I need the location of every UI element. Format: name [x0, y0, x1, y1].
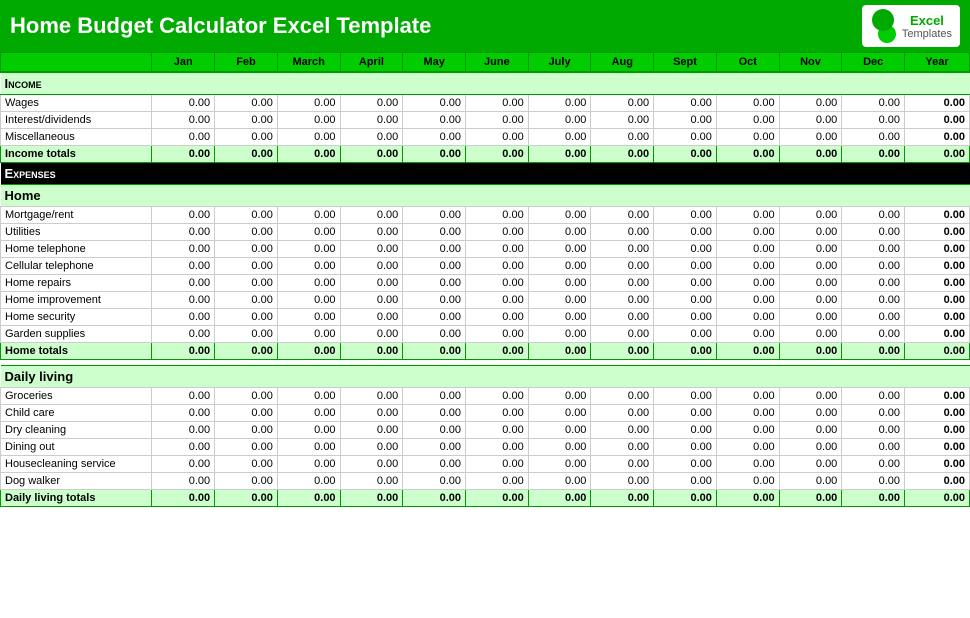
- misc-label: Miscellaneous: [1, 129, 152, 146]
- table-row: Groceries 0.000.00 0.000.00 0.000.00 0.0…: [1, 388, 970, 405]
- bottom-spacer: [1, 507, 970, 513]
- spreadsheet: Jan Feb March April May June July Aug Se…: [0, 52, 970, 513]
- expenses-section-header: Expenses: [1, 163, 970, 185]
- table-row: Child care 0.000.00 0.000.00 0.000.00 0.…: [1, 405, 970, 422]
- income-totals-row: Income totals 0.00 0.00 0.00 0.00 0.00 0…: [1, 146, 970, 163]
- table-row: Cellular telephone 0.000.00 0.000.00 0.0…: [1, 258, 970, 275]
- wages-aug[interactable]: 0.00: [591, 95, 654, 112]
- header-year: Year: [905, 53, 970, 73]
- expenses-title: Expenses: [1, 163, 970, 185]
- wages-april[interactable]: 0.00: [340, 95, 403, 112]
- table-row: Dog walker 0.000.00 0.000.00 0.000.00 0.…: [1, 473, 970, 490]
- table-row: Home security 0.000.00 0.000.00 0.000.00…: [1, 309, 970, 326]
- header-dec: Dec: [842, 53, 905, 73]
- header-sept: Sept: [654, 53, 717, 73]
- wages-nov[interactable]: 0.00: [779, 95, 842, 112]
- header-nov: Nov: [779, 53, 842, 73]
- wages-feb[interactable]: 0.00: [215, 95, 278, 112]
- header-march: March: [277, 53, 340, 73]
- home-title: Home: [1, 185, 970, 207]
- home-totals-row: Home totals 0.000.00 0.000.00 0.000.00 0…: [1, 343, 970, 360]
- wages-march[interactable]: 0.00: [277, 95, 340, 112]
- table-row: Interest/dividends 0.00 0.00 0.00 0.00 0…: [1, 112, 970, 129]
- table-row: Dining out 0.000.00 0.000.00 0.000.00 0.…: [1, 439, 970, 456]
- home-section-header: Home: [1, 185, 970, 207]
- header: Home Budget Calculator Excel Template Ex…: [0, 0, 970, 52]
- header-may: May: [403, 53, 466, 73]
- daily-section-header: Daily living: [1, 366, 970, 388]
- logo: Excel Templates: [862, 5, 960, 47]
- wages-july[interactable]: 0.00: [528, 95, 591, 112]
- table-row: Garden supplies 0.000.00 0.000.00 0.000.…: [1, 326, 970, 343]
- daily-totals-row: Daily living totals 0.000.00 0.000.00 0.…: [1, 490, 970, 507]
- wages-oct[interactable]: 0.00: [716, 95, 779, 112]
- wages-sept[interactable]: 0.00: [654, 95, 717, 112]
- page-title: Home Budget Calculator Excel Template: [10, 13, 431, 39]
- wages-jan[interactable]: 0.00: [152, 95, 215, 112]
- interest-label: Interest/dividends: [1, 112, 152, 129]
- table-row: Home repairs 0.000.00 0.000.00 0.000.00 …: [1, 275, 970, 292]
- header-july: July: [528, 53, 591, 73]
- table-row: Housecleaning service 0.000.00 0.000.00 …: [1, 456, 970, 473]
- wages-june[interactable]: 0.00: [466, 95, 529, 112]
- header-april: April: [340, 53, 403, 73]
- wages-year: 0.00: [905, 95, 970, 112]
- header-feb: Feb: [215, 53, 278, 73]
- table-row: Home telephone 0.000.00 0.000.00 0.000.0…: [1, 241, 970, 258]
- logo-text: Excel Templates: [902, 13, 952, 40]
- header-aug: Aug: [591, 53, 654, 73]
- header-jan: Jan: [152, 53, 215, 73]
- table-row: Wages 0.00 0.00 0.00 0.00 0.00 0.00 0.00…: [1, 95, 970, 112]
- header-label: [1, 53, 152, 73]
- logo-icon: [870, 9, 896, 43]
- column-header-row: Jan Feb March April May June July Aug Se…: [1, 53, 970, 73]
- income-section-header: Income: [1, 72, 970, 95]
- table-row: Utilities 0.000.00 0.000.00 0.000.00 0.0…: [1, 224, 970, 241]
- income-title: Income: [1, 72, 970, 95]
- wages-label: Wages: [1, 95, 152, 112]
- header-oct: Oct: [716, 53, 779, 73]
- daily-title: Daily living: [1, 366, 970, 388]
- wages-may[interactable]: 0.00: [403, 95, 466, 112]
- wages-dec[interactable]: 0.00: [842, 95, 905, 112]
- table-row: Dry cleaning 0.000.00 0.000.00 0.000.00 …: [1, 422, 970, 439]
- income-totals-label: Income totals: [1, 146, 152, 163]
- table-row: Miscellaneous 0.00 0.00 0.00 0.00 0.00 0…: [1, 129, 970, 146]
- header-june: June: [466, 53, 529, 73]
- table-row: Home improvement 0.000.00 0.000.00 0.000…: [1, 292, 970, 309]
- table-row: Mortgage/rent 0.000.00 0.000.00 0.000.00…: [1, 207, 970, 224]
